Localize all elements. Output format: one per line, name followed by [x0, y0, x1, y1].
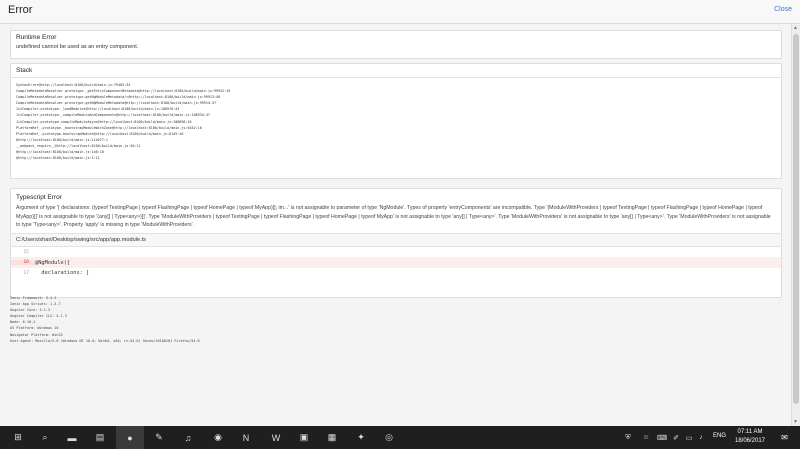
runtime-error-message: undefined cannot be used as an entry com… — [16, 44, 139, 50]
start-icon[interactable]: ⊞ — [4, 426, 32, 449]
vertical-scrollbar[interactable]: ▲ ▼ — [791, 24, 800, 426]
battery-icon[interactable]: ▭ — [683, 426, 695, 449]
system-info-line: User Agent: Mozilla/5.0 (Windows NT 10.0… — [10, 338, 200, 343]
typescript-error-card: Typescript Error Argument of type '{ dec… — [10, 188, 782, 298]
code-snippet: 15 16 @NgModule({17 declarations: [ — [11, 247, 781, 279]
android-studio-icon[interactable]: ◉ — [204, 426, 232, 449]
people-icon[interactable]: ☺ — [640, 426, 652, 449]
code-line: 15 — [11, 247, 781, 258]
stack-card: Stack SyntaxError@http://localhost:8100/… — [10, 63, 782, 179]
firefox-icon[interactable]: ● — [116, 426, 144, 449]
clock-date: 18/06/2017 — [734, 438, 766, 444]
close-button[interactable]: Close — [774, 6, 792, 13]
code-line-highlighted: 16 @NgModule({ — [11, 257, 781, 268]
source-file-path: C:/Users/shari/Desktop/swing/src/app/app… — [11, 232, 781, 247]
stack-trace: SyntaxError@http://localhost:8100/build/… — [11, 78, 781, 165]
pen-icon[interactable]: ✐ — [670, 426, 682, 449]
webstorm-icon[interactable]: W — [262, 426, 290, 449]
scrollbar-thumb[interactable] — [793, 34, 799, 404]
error-toolbar: Error Close — [0, 0, 800, 24]
onenote-icon[interactable]: N — [232, 426, 260, 449]
chrome-icon[interactable]: ◎ — [375, 426, 403, 449]
error-title: Error — [8, 4, 33, 16]
calculator-icon[interactable]: ▦ — [318, 426, 346, 449]
code-text: @NgModule({ — [35, 259, 71, 266]
scroll-down-icon[interactable]: ▼ — [793, 419, 798, 425]
scroll-up-icon[interactable]: ▲ — [793, 25, 798, 31]
terminal-icon[interactable]: ▣ — [290, 426, 318, 449]
error-content: Runtime Error undefined cannot be used a… — [10, 30, 782, 424]
network-app-icon[interactable]: ✦ — [347, 426, 375, 449]
line-number: 17 — [23, 270, 29, 276]
typescript-error-heading: Typescript Error — [16, 194, 62, 201]
code-line: 17 declarations: [ — [11, 268, 781, 279]
stack-line: @http://localhost:8100/build/main.js:1:1… — [16, 156, 100, 161]
windows-taskbar: ⊞ ⌕ ▬ ▤ ● ✎ ♫ ◉ N W ▣ ▦ ✦ ◎ ⛨ ☺ ⌨ ✐ ▭ ♪ ENG 07:11 AM 18/06… — [0, 426, 800, 449]
clock[interactable]: 07:11 AM 18/06/2017 — [728, 428, 772, 446]
input-language[interactable]: ENG — [713, 433, 726, 439]
stack-heading: Stack — [16, 67, 33, 74]
notepad-icon[interactable]: ✎ — [145, 426, 173, 449]
voice-recorder-icon[interactable]: ♫ — [174, 426, 202, 449]
runtime-error-card: Runtime Error undefined cannot be used a… — [10, 30, 782, 59]
ionic-error-overlay: Error Close Runtime Error undefined cann… — [0, 0, 800, 426]
file-explorer-icon[interactable]: ▤ — [86, 426, 114, 449]
line-number: 16 — [11, 260, 35, 266]
action-center-icon[interactable]: ✉ — [776, 429, 793, 446]
runtime-error-heading: Runtime Error — [16, 34, 57, 41]
security-shield-icon[interactable]: ⛨ — [622, 426, 634, 449]
sticky-notes-icon[interactable]: ▬ — [58, 426, 86, 449]
keyboard-icon[interactable]: ⌨ — [656, 426, 668, 449]
volume-icon[interactable]: ♪ — [695, 426, 707, 449]
search-icon[interactable]: ⌕ — [31, 426, 59, 449]
code-text: declarations: [ — [35, 270, 90, 277]
system-info: Ionic Framework: 3.4.2 Ionic App Scripts:… — [10, 295, 200, 344]
typescript-error-message: Argument of type '{ declarations: (typeo… — [16, 205, 771, 229]
line-number: 15 — [23, 249, 29, 255]
clock-time: 07:11 AM — [737, 429, 763, 435]
